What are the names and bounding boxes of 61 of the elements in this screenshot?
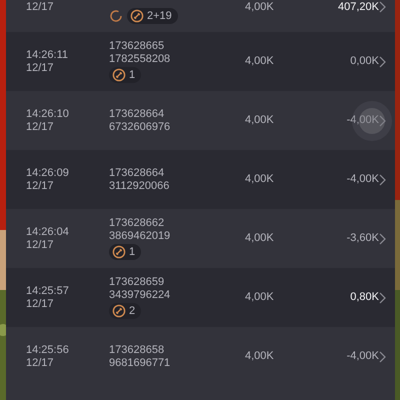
result-text: -4,00K (346, 114, 379, 127)
stake-text: 4,00K (245, 350, 275, 363)
chevron-right-icon (379, 292, 386, 304)
time-text: 14:25:57 (26, 284, 70, 298)
date-text: 12/17 (26, 62, 55, 74)
chevron-right-icon (379, 1, 386, 13)
time-text: 14:26:04 (26, 226, 70, 238)
transaction-row[interactable]: 14:26:11 12/17 173628665 1782558208 1 4,00K 0,00K (6, 32, 395, 91)
transaction-row[interactable]: 14:25:57 12/17 173628659 3439796224 2 4,00K 0,80K (6, 268, 395, 327)
id-text: 3869462019 (109, 230, 172, 243)
time-text: 14:26:10 (26, 108, 70, 120)
date-text: 12/17 (26, 180, 55, 192)
time-text: 14:26:09 (26, 166, 70, 180)
transaction-row[interactable]: 14:25:56 12/17 173628658 9681696771 4,00K -4,00K (6, 327, 395, 386)
stake-text: 4,00K (245, 291, 275, 304)
id-text: 1782558208 (109, 53, 172, 66)
date-text: 12/17 (26, 298, 55, 310)
count-badge: 1 (109, 244, 142, 260)
transaction-row[interactable]: 14:26:10 12/17 173628664 6732606976 4,00K -4,00K (6, 91, 395, 150)
time-text: 14:26:11 (26, 48, 70, 62)
stake-text: 4,00K (245, 114, 275, 127)
stake-text: 4,00K (245, 173, 275, 186)
id-text: 9681696771 (109, 356, 172, 370)
count-badge: 2+19 (127, 8, 178, 24)
count-badge: 1 (109, 67, 142, 83)
id-text: 173628662 (109, 217, 166, 230)
count-badge: 2 (109, 303, 142, 319)
id-text: 173628658 (109, 344, 166, 356)
id-text: 6732606976 (109, 120, 172, 134)
chevron-right-icon (379, 56, 386, 68)
link-icon (112, 304, 126, 318)
link-icon (112, 68, 126, 82)
chevron-right-icon (379, 232, 386, 244)
date-text: 12/17 (26, 356, 55, 370)
date-text: 12/17 (26, 1, 55, 14)
chevron-right-icon (379, 350, 386, 362)
result-text: 407,20K (337, 1, 379, 14)
transaction-row[interactable]: 14:26:09 12/17 173628664 3112920066 4,00K -4,00K (6, 150, 395, 209)
result-text: 0,00K (349, 55, 379, 68)
link-icon (112, 245, 126, 259)
result-text: -3,60K (346, 232, 379, 245)
id-text: 173628659 (109, 276, 166, 289)
result-text: 0,80K (349, 291, 379, 304)
id-text: 173628664 (109, 166, 166, 180)
id-text: 3112920066 (109, 180, 170, 192)
link-icon (130, 9, 144, 23)
result-text: -4,00K (346, 173, 379, 186)
id-text: 173628664 (109, 108, 166, 120)
chevron-right-icon (379, 114, 386, 126)
time-text: 14:25:56 (26, 344, 70, 356)
transaction-row[interactable]: 12/17 2+19 4,00K 407,20K (6, 0, 395, 32)
date-text: 12/17 (26, 120, 55, 134)
stake-text: 4,00K (245, 1, 275, 14)
date-text: 12/17 (26, 238, 55, 252)
result-text: -4,00K (346, 350, 379, 363)
stake-text: 4,00K (245, 232, 275, 245)
stake-text: 4,00K (245, 55, 275, 68)
chevron-right-icon (379, 174, 386, 186)
id-text: 173628665 (109, 40, 166, 53)
id-text: 3439796224 (109, 289, 172, 302)
transaction-row[interactable]: 14:26:04 12/17 173628662 3869462019 1 4,00K -3,60K (6, 209, 395, 268)
